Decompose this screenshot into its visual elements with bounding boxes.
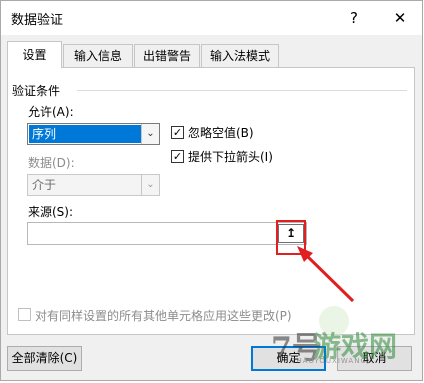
clear-all-button[interactable]: 全部清除(C) <box>7 346 82 371</box>
tab-ime-mode[interactable]: 输入法模式 <box>201 44 279 67</box>
tab-settings[interactable]: 设置 <box>7 41 62 68</box>
close-button[interactable]: ✕ <box>382 5 418 31</box>
cancel-button[interactable]: 取消 <box>337 346 412 371</box>
watermark-logo-icon <box>319 306 349 336</box>
dropdown-arrow-checkbox[interactable]: ✓ <box>171 150 184 163</box>
tab-error-alert[interactable]: 出错警告 <box>134 44 200 67</box>
chevron-down-icon: ⌄ <box>141 175 159 195</box>
source-label: 来源(S): <box>28 205 74 219</box>
chevron-down-icon[interactable]: ⌄ <box>141 124 159 144</box>
title-bar: 数据验证 ? ✕ <box>1 1 422 35</box>
dialog-title: 数据验证 <box>11 13 64 28</box>
highlight-box <box>276 220 306 255</box>
ok-button[interactable]: 确定 <box>251 346 326 371</box>
allow-select[interactable]: 序列 ⌄ <box>27 123 160 145</box>
help-button[interactable]: ? <box>336 5 372 31</box>
data-label: 数据(D): <box>28 156 75 170</box>
allow-label: 允许(A): <box>28 105 74 119</box>
dropdown-arrow-label: 提供下拉箭头(I) <box>188 150 273 164</box>
data-select-value: 介于 <box>32 178 57 192</box>
data-validation-dialog: 数据验证 ? ✕ 设置 输入信息 出错警告 输入法模式 验证条件 允许(A): … <box>0 0 423 381</box>
ignore-blank-checkbox[interactable]: ✓ <box>171 126 184 139</box>
apply-all-label: 对有同样设置的所有其他单元格应用这些更改(P) <box>35 309 292 323</box>
validation-criteria-label: 验证条件 <box>12 84 61 98</box>
allow-select-value: 序列 <box>29 125 142 143</box>
group-divider <box>77 90 407 91</box>
source-input[interactable] <box>27 222 307 245</box>
ignore-blank-label: 忽略空值(B) <box>188 126 254 140</box>
data-select: 介于 ⌄ <box>27 174 160 196</box>
apply-all-checkbox <box>18 308 31 321</box>
tab-input-message[interactable]: 输入信息 <box>63 44 133 67</box>
